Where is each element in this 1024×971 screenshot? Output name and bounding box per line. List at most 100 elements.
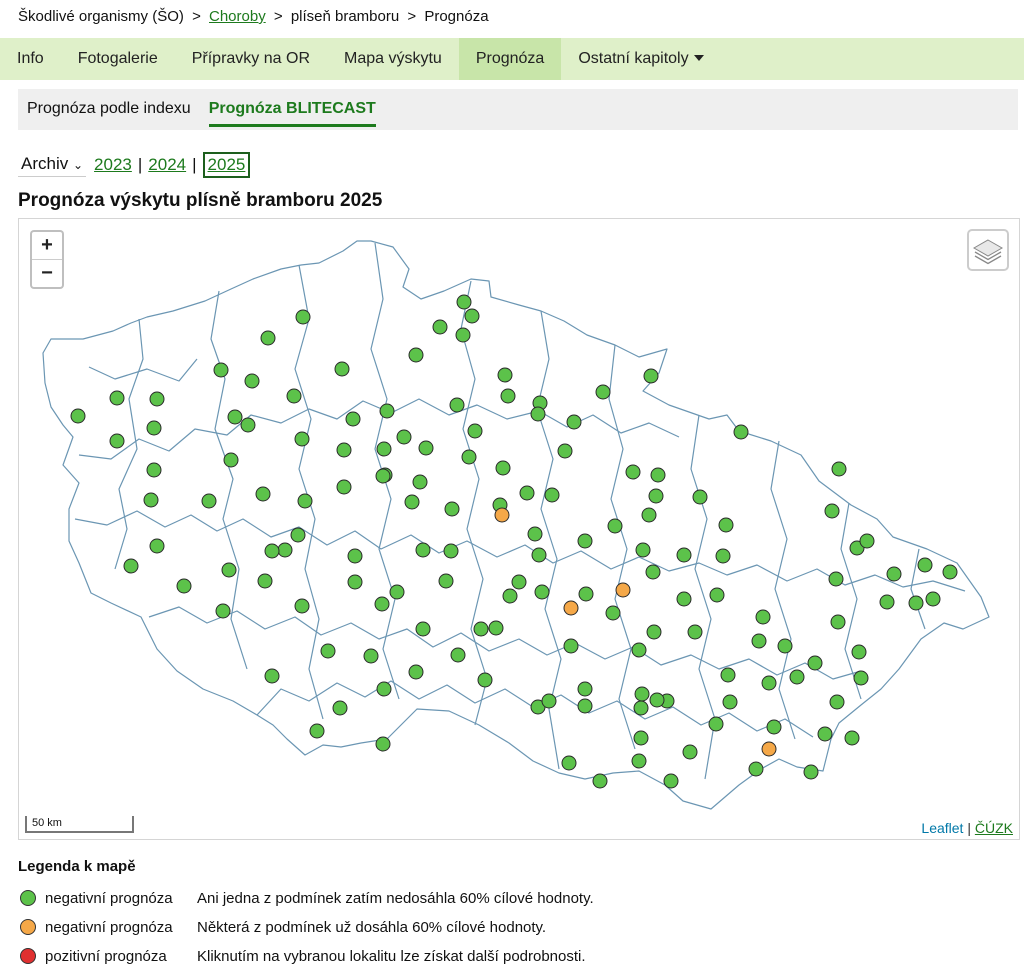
station-marker-negative[interactable] — [404, 494, 420, 510]
station-marker-negative[interactable] — [718, 517, 734, 533]
station-marker-negative[interactable] — [561, 755, 577, 771]
station-marker-negative[interactable] — [566, 414, 582, 430]
cuzk-link[interactable]: ČÚZK — [975, 820, 1013, 836]
station-marker-negative[interactable] — [415, 621, 431, 637]
station-marker-negative[interactable] — [676, 591, 692, 607]
year-link-2024[interactable]: 2024 — [148, 155, 186, 175]
station-marker-negative[interactable] — [109, 433, 125, 449]
station-marker-negative[interactable] — [676, 547, 692, 563]
station-marker-negative[interactable] — [577, 533, 593, 549]
map-canvas[interactable] — [19, 219, 1019, 839]
station-marker-negative[interactable] — [942, 564, 958, 580]
station-marker-warning[interactable] — [761, 741, 777, 757]
station-marker-negative[interactable] — [290, 527, 306, 543]
station-marker-negative[interactable] — [176, 578, 192, 594]
year-link-2025[interactable]: 2025 — [202, 152, 251, 178]
station-marker-negative[interactable] — [123, 558, 139, 574]
station-marker-negative[interactable] — [692, 489, 708, 505]
station-marker-negative[interactable] — [438, 573, 454, 589]
station-marker-negative[interactable] — [766, 719, 782, 735]
station-marker-negative[interactable] — [563, 638, 579, 654]
station-marker-negative[interactable] — [70, 408, 86, 424]
station-marker-negative[interactable] — [557, 443, 573, 459]
station-marker-negative[interactable] — [375, 468, 391, 484]
station-marker-negative[interactable] — [886, 566, 902, 582]
station-marker-negative[interactable] — [649, 692, 665, 708]
station-marker-negative[interactable] — [488, 620, 504, 636]
station-marker-negative[interactable] — [761, 675, 777, 691]
station-marker-negative[interactable] — [595, 384, 611, 400]
station-marker-negative[interactable] — [240, 417, 256, 433]
station-marker-negative[interactable] — [456, 294, 472, 310]
station-marker-negative[interactable] — [146, 420, 162, 436]
station-marker-negative[interactable] — [418, 440, 434, 456]
zoom-out-button[interactable]: − — [32, 260, 62, 287]
year-link-2023[interactable]: 2023 — [94, 155, 132, 175]
station-marker-negative[interactable] — [450, 647, 466, 663]
tab-products[interactable]: Přípravky na OR — [175, 38, 327, 80]
station-marker-negative[interactable] — [444, 501, 460, 517]
station-marker-negative[interactable] — [777, 638, 793, 654]
station-marker-negative[interactable] — [375, 736, 391, 752]
station-marker-negative[interactable] — [264, 543, 280, 559]
station-marker-negative[interactable] — [345, 411, 361, 427]
station-marker-negative[interactable] — [824, 503, 840, 519]
station-marker-negative[interactable] — [408, 347, 424, 363]
station-marker-negative[interactable] — [332, 700, 348, 716]
station-marker-negative[interactable] — [641, 507, 657, 523]
station-marker-negative[interactable] — [260, 330, 276, 346]
station-marker-negative[interactable] — [534, 584, 550, 600]
station-marker-negative[interactable] — [379, 403, 395, 419]
station-marker-negative[interactable] — [789, 669, 805, 685]
station-marker-negative[interactable] — [221, 562, 237, 578]
station-marker-negative[interactable] — [455, 327, 471, 343]
station-marker-negative[interactable] — [244, 373, 260, 389]
station-marker-negative[interactable] — [467, 423, 483, 439]
zoom-in-button[interactable]: + — [32, 232, 62, 260]
station-marker-negative[interactable] — [294, 598, 310, 614]
station-marker-negative[interactable] — [500, 388, 516, 404]
station-marker-negative[interactable] — [803, 764, 819, 780]
station-marker-negative[interactable] — [748, 761, 764, 777]
station-marker-negative[interactable] — [376, 681, 392, 697]
station-marker-negative[interactable] — [213, 362, 229, 378]
station-marker-negative[interactable] — [502, 588, 518, 604]
layers-button[interactable] — [967, 229, 1009, 271]
station-marker-negative[interactable] — [201, 493, 217, 509]
station-marker-negative[interactable] — [530, 406, 546, 422]
station-marker-negative[interactable] — [257, 573, 273, 589]
station-marker-negative[interactable] — [755, 609, 771, 625]
tab-info[interactable]: Info — [0, 38, 61, 80]
station-marker-negative[interactable] — [663, 773, 679, 789]
station-marker-negative[interactable] — [607, 518, 623, 534]
station-marker-negative[interactable] — [443, 543, 459, 559]
station-marker-negative[interactable] — [853, 670, 869, 686]
station-marker-negative[interactable] — [336, 479, 352, 495]
station-marker-negative[interactable] — [720, 667, 736, 683]
station-marker-negative[interactable] — [320, 643, 336, 659]
station-marker-negative[interactable] — [633, 730, 649, 746]
station-marker-negative[interactable] — [495, 460, 511, 476]
station-marker-negative[interactable] — [828, 571, 844, 587]
station-marker-negative[interactable] — [255, 486, 271, 502]
station-marker-negative[interactable] — [925, 591, 941, 607]
station-marker-warning[interactable] — [563, 600, 579, 616]
station-marker-negative[interactable] — [648, 488, 664, 504]
station-marker-negative[interactable] — [336, 442, 352, 458]
station-marker-negative[interactable] — [295, 309, 311, 325]
station-marker-negative[interactable] — [634, 686, 650, 702]
station-marker-negative[interactable] — [715, 548, 731, 564]
station-marker-negative[interactable] — [830, 614, 846, 630]
station-marker-negative[interactable] — [149, 538, 165, 554]
station-marker-negative[interactable] — [879, 594, 895, 610]
station-marker-negative[interactable] — [646, 624, 662, 640]
station-marker-negative[interactable] — [851, 644, 867, 660]
station-marker-negative[interactable] — [751, 633, 767, 649]
station-marker-negative[interactable] — [541, 693, 557, 709]
station-marker-negative[interactable] — [682, 744, 698, 760]
station-marker-warning[interactable] — [615, 582, 631, 598]
station-marker-negative[interactable] — [347, 574, 363, 590]
forecast-map[interactable]: + − 50 km Leaflet | ČÚZK — [18, 218, 1020, 840]
station-marker-negative[interactable] — [917, 557, 933, 573]
station-marker-negative[interactable] — [807, 655, 823, 671]
